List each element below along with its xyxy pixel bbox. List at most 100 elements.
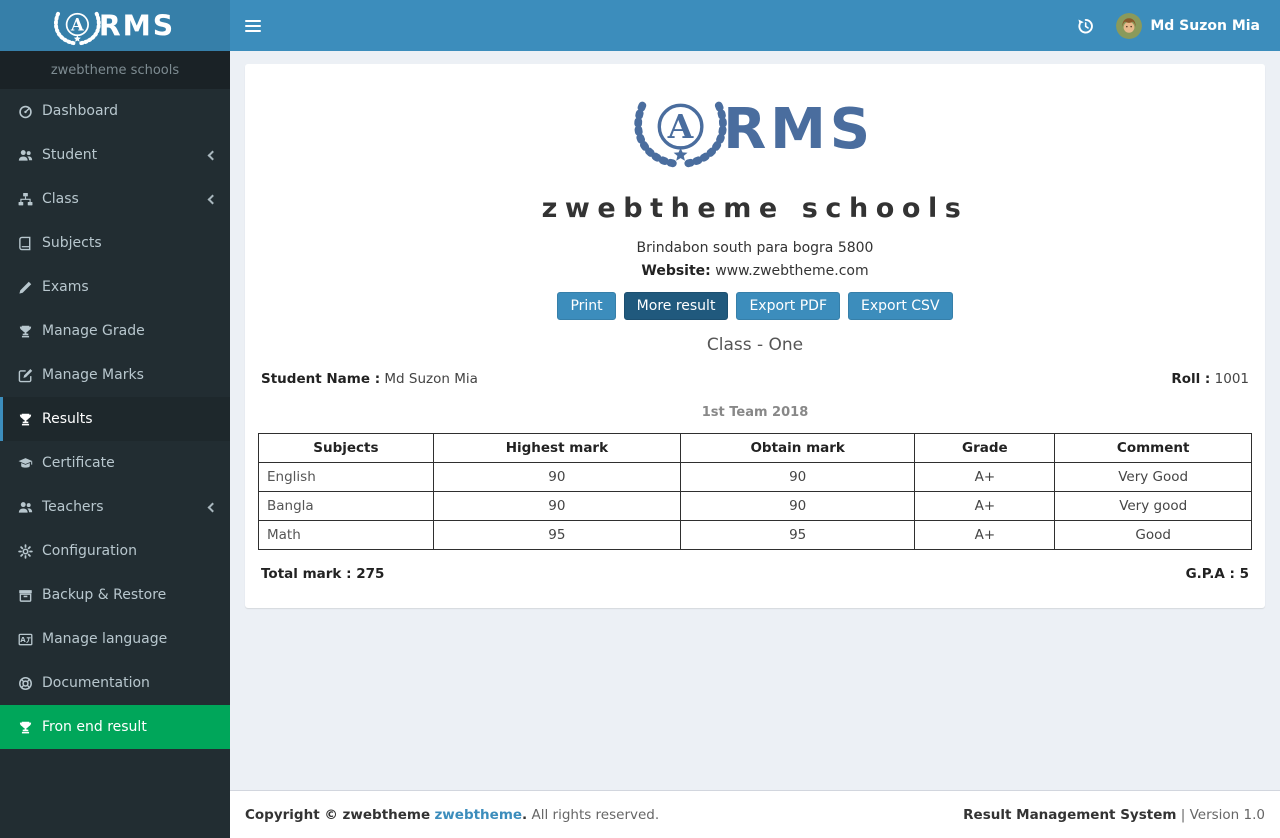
table-cell-grade: A+ bbox=[914, 520, 1056, 550]
roll-value: 1001 bbox=[1214, 371, 1249, 387]
archive-icon bbox=[18, 588, 33, 603]
sidebar-item-label: Documentation bbox=[42, 675, 150, 691]
language-icon bbox=[18, 632, 33, 647]
table-cell-subject: English bbox=[258, 462, 434, 492]
student-name: Student Name : Md Suzon Mia bbox=[261, 371, 478, 387]
sidebar-item-label: Manage Marks bbox=[42, 367, 144, 383]
table-row: Math 95 95 A+ Good bbox=[258, 520, 1252, 550]
sidebar-item-front-end-result[interactable]: Fron end result bbox=[0, 705, 230, 749]
footer-version: Result Management System | Version 1.0 bbox=[963, 807, 1265, 823]
totals-row: Total mark : 275 G.P.A : 5 bbox=[258, 566, 1252, 582]
user-menu[interactable]: Md Suzon Mia bbox=[1106, 0, 1264, 51]
sidebar-item-student[interactable]: Student bbox=[0, 133, 230, 177]
export-pdf-button[interactable]: Export PDF bbox=[736, 292, 840, 320]
dashboard-icon bbox=[18, 104, 33, 119]
users-icon bbox=[18, 148, 33, 163]
book-icon bbox=[18, 236, 33, 251]
website-label: Website: bbox=[641, 263, 711, 279]
roll-label: Roll : bbox=[1171, 371, 1211, 387]
sidebar-item-backup-restore[interactable]: Backup & Restore bbox=[0, 573, 230, 617]
sidebar-item-label: Fron end result bbox=[42, 719, 147, 735]
top-navbar: Md Suzon Mia bbox=[230, 0, 1280, 51]
table-cell-highest: 95 bbox=[432, 520, 682, 550]
table-row: English 90 90 A+ Very Good bbox=[258, 462, 1252, 492]
user-name: Md Suzon Mia bbox=[1150, 17, 1260, 34]
users-icon bbox=[18, 500, 33, 515]
more-result-button[interactable]: More result bbox=[623, 292, 729, 320]
sidebar-item-label: Backup & Restore bbox=[42, 587, 167, 603]
version-text: | Version 1.0 bbox=[1180, 806, 1265, 823]
hamburger-icon bbox=[245, 19, 261, 22]
total-mark-value: 275 bbox=[356, 566, 385, 582]
footer-copyright: Copyright © zwebtheme zwebtheme. All rig… bbox=[245, 807, 659, 823]
page-footer: Copyright © zwebtheme zwebtheme. All rig… bbox=[230, 790, 1280, 838]
copyright-text: Copyright © zwebtheme bbox=[245, 806, 431, 823]
chevron-left-icon bbox=[207, 194, 218, 204]
sidebar-item-manage-marks[interactable]: Manage Marks bbox=[0, 353, 230, 397]
gpa-value: 5 bbox=[1239, 566, 1249, 582]
table-header-row: Subjects Highest mark Obtain mark Grade … bbox=[258, 433, 1252, 463]
sidebar-item-manage-language[interactable]: Manage language bbox=[0, 617, 230, 661]
column-header: Subjects bbox=[258, 433, 434, 463]
history-icon bbox=[1076, 17, 1094, 35]
graduation-cap-icon bbox=[18, 456, 33, 471]
table-cell-grade: A+ bbox=[914, 491, 1056, 521]
table-cell-subject: Math bbox=[258, 520, 434, 550]
marks-table: Subjects Highest mark Obtain mark Grade … bbox=[258, 433, 1252, 550]
column-header: Comment bbox=[1054, 433, 1252, 463]
rights-text: All rights reserved. bbox=[531, 806, 660, 823]
sidebar-item-label: Configuration bbox=[42, 543, 137, 559]
class-title: Class - One bbox=[706, 335, 804, 355]
sidebar-item-exams[interactable]: Exams bbox=[0, 265, 230, 309]
student-meta-row: Student Name : Md Suzon Mia Roll : 1001 bbox=[258, 371, 1252, 387]
history-button[interactable] bbox=[1064, 0, 1106, 51]
sidebar-item-documentation[interactable]: Documentation bbox=[0, 661, 230, 705]
sitemap-icon bbox=[18, 192, 33, 207]
result-card: zwebtheme schools Brindabon south para b… bbox=[245, 64, 1265, 608]
sidebar-item-class[interactable]: Class bbox=[0, 177, 230, 221]
chevron-left-icon bbox=[207, 502, 218, 512]
edit-icon bbox=[18, 368, 33, 383]
sidebar-item-label: Manage language bbox=[42, 631, 168, 647]
table-cell-highest: 90 bbox=[432, 491, 682, 521]
sidebar-item-label: Subjects bbox=[42, 235, 102, 251]
table-cell-highest: 90 bbox=[432, 462, 682, 492]
sidebar-item-dashboard[interactable]: Dashboard bbox=[0, 89, 230, 133]
sidebar-item-label: Manage Grade bbox=[42, 323, 145, 339]
sidebar-item-label: Certificate bbox=[42, 455, 115, 471]
main-content: zwebtheme schools Brindabon south para b… bbox=[230, 51, 1280, 790]
sidebar-item-certificate[interactable]: Certificate bbox=[0, 441, 230, 485]
table-cell-subject: Bangla bbox=[258, 491, 434, 521]
sidebar-item-manage-grade[interactable]: Manage Grade bbox=[0, 309, 230, 353]
sidebar-school-name: zwebtheme schools bbox=[0, 51, 230, 89]
column-header: Grade bbox=[914, 433, 1056, 463]
student-roll: Roll : 1001 bbox=[1171, 371, 1249, 387]
app-logo[interactable] bbox=[0, 0, 230, 51]
sidebar: zwebtheme schools Dashboard Student Clas… bbox=[0, 0, 230, 838]
trophy-icon bbox=[18, 412, 33, 427]
sidebar-item-subjects[interactable]: Subjects bbox=[0, 221, 230, 265]
export-csv-button[interactable]: Export CSV bbox=[848, 292, 953, 320]
sidebar-item-label: Results bbox=[42, 411, 93, 427]
sidebar-item-results[interactable]: Results bbox=[0, 397, 230, 441]
navbar-right: Md Suzon Mia bbox=[1064, 0, 1280, 51]
print-button[interactable]: Print bbox=[557, 292, 616, 320]
school-logo bbox=[258, 86, 1252, 173]
sidebar-item-label: Exams bbox=[42, 279, 89, 295]
gear-icon bbox=[18, 544, 33, 559]
student-name-label: Student Name : bbox=[261, 371, 381, 387]
sidebar-item-teachers[interactable]: Teachers bbox=[0, 485, 230, 529]
gpa: G.P.A : 5 bbox=[1186, 566, 1249, 582]
sidebar-menu: Dashboard Student Class Subjects Exams M… bbox=[0, 89, 230, 749]
column-header: Obtain mark bbox=[680, 433, 916, 463]
table-cell-comment: Very Good bbox=[1054, 462, 1252, 492]
system-name: Result Management System bbox=[963, 806, 1177, 823]
gpa-label: G.P.A : bbox=[1185, 566, 1235, 582]
sidebar-toggle-button[interactable] bbox=[230, 0, 276, 51]
zwebtheme-link[interactable]: zwebtheme bbox=[434, 807, 522, 823]
sidebar-item-configuration[interactable]: Configuration bbox=[0, 529, 230, 573]
sidebar-item-label: Class bbox=[42, 191, 79, 207]
table-cell-obtain: 90 bbox=[680, 462, 916, 492]
table-cell-comment: Very good bbox=[1054, 491, 1252, 521]
table-cell-grade: A+ bbox=[914, 462, 1056, 492]
